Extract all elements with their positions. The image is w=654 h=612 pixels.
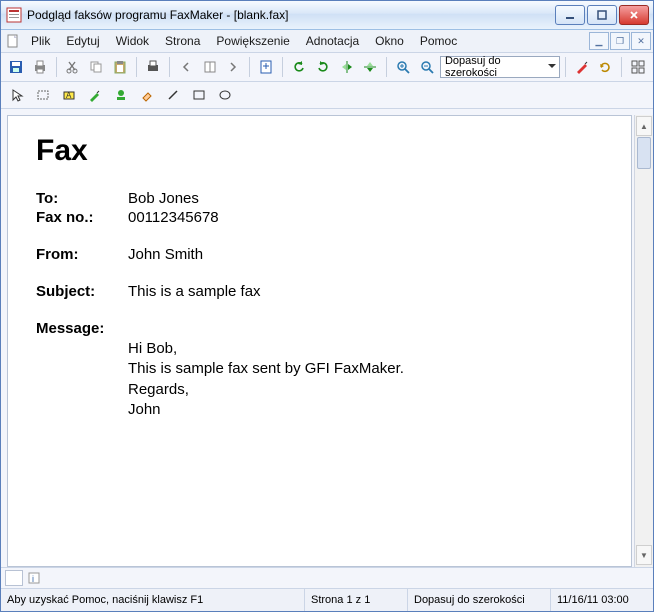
document-viewport: Fax To:Bob Jones Fax no.:00112345678 Fro… bbox=[1, 109, 653, 567]
eraser-tool[interactable] bbox=[135, 83, 159, 107]
fax-content: Fax To:Bob Jones Fax no.:00112345678 Fro… bbox=[8, 116, 631, 430]
print2-button[interactable] bbox=[142, 55, 164, 79]
menu-edit[interactable]: Edytuj bbox=[58, 30, 107, 52]
menu-annotation[interactable]: Adnotacja bbox=[298, 30, 367, 52]
window-controls bbox=[555, 5, 649, 25]
menu-zoom[interactable]: Powiększenie bbox=[208, 30, 297, 52]
separator bbox=[386, 57, 387, 77]
status-page: Strona 1 z 1 bbox=[305, 589, 408, 611]
scroll-down-button[interactable]: ▼ bbox=[636, 545, 652, 565]
thumbnail-toggle[interactable] bbox=[5, 570, 23, 586]
mdi-restore-button[interactable]: ❐ bbox=[610, 32, 630, 50]
rotate-right-button[interactable] bbox=[312, 55, 334, 79]
fax-heading: Fax bbox=[36, 134, 603, 168]
select-tool[interactable] bbox=[31, 83, 55, 107]
paste-button[interactable] bbox=[109, 55, 131, 79]
message-line: Hi Bob, bbox=[128, 339, 603, 359]
rotate-left-button[interactable] bbox=[288, 55, 310, 79]
close-button[interactable] bbox=[619, 5, 649, 25]
to-label: To: bbox=[36, 190, 128, 207]
app-window: Podgląd faksów programu FaxMaker - [blan… bbox=[0, 0, 654, 612]
status-zoom: Dopasuj do szerokości bbox=[408, 589, 551, 611]
zoom-in-button[interactable] bbox=[392, 55, 414, 79]
page-canvas[interactable]: Fax To:Bob Jones Fax no.:00112345678 Fro… bbox=[7, 115, 632, 567]
message-line: This is sample fax sent by GFI FaxMaker. bbox=[128, 359, 603, 379]
pages-button[interactable] bbox=[199, 55, 221, 79]
from-value: John Smith bbox=[128, 246, 203, 263]
title-bar: Podgląd faksów programu FaxMaker - [blan… bbox=[1, 1, 653, 30]
menu-help[interactable]: Pomoc bbox=[412, 30, 465, 52]
message-body: Hi Bob, This is sample fax sent by GFI F… bbox=[128, 339, 603, 420]
separator bbox=[565, 57, 566, 77]
menu-window[interactable]: Okno bbox=[367, 30, 412, 52]
menu-view[interactable]: Widok bbox=[108, 30, 157, 52]
pointer-tool[interactable] bbox=[5, 83, 29, 107]
mdi-close-button[interactable]: ✕ bbox=[631, 32, 651, 50]
document-icon bbox=[5, 33, 21, 49]
window-title: Podgląd faksów programu FaxMaker - [blan… bbox=[27, 8, 555, 22]
cut-button[interactable] bbox=[62, 55, 84, 79]
menu-page[interactable]: Strona bbox=[157, 30, 208, 52]
status-bar: Aby uzyskać Pomoc, naciśnij klawisz F1 S… bbox=[1, 588, 653, 611]
app-icon bbox=[5, 6, 23, 24]
ellipse-tool[interactable] bbox=[213, 83, 237, 107]
info-icon[interactable]: i bbox=[27, 571, 41, 585]
subject-value: This is a sample fax bbox=[128, 283, 261, 300]
flip-h-button[interactable] bbox=[336, 55, 358, 79]
annotation-toolbar: A bbox=[1, 82, 653, 109]
message-line: John bbox=[128, 400, 603, 420]
svg-text:A: A bbox=[66, 91, 72, 100]
separator bbox=[621, 57, 622, 77]
separator bbox=[249, 57, 250, 77]
save-button[interactable] bbox=[5, 55, 27, 79]
scroll-thumb[interactable] bbox=[637, 137, 651, 169]
separator bbox=[56, 57, 57, 77]
grid-button[interactable] bbox=[627, 55, 649, 79]
subject-label: Subject: bbox=[36, 283, 128, 300]
faxno-label: Fax no.: bbox=[36, 209, 128, 226]
status-datetime: 11/16/11 03:00 bbox=[551, 589, 653, 611]
refresh-button[interactable] bbox=[595, 55, 617, 79]
stamp-tool[interactable] bbox=[109, 83, 133, 107]
thumbnail-bar: i bbox=[1, 567, 653, 588]
scroll-up-button[interactable]: ▲ bbox=[636, 116, 652, 136]
status-help: Aby uzyskać Pomoc, naciśnij klawisz F1 bbox=[1, 589, 305, 611]
menu-file[interactable]: Plik bbox=[23, 30, 58, 52]
maximize-button[interactable] bbox=[587, 5, 617, 25]
next-page-button[interactable] bbox=[222, 55, 244, 79]
client-area: Fax To:Bob Jones Fax no.:00112345678 Fro… bbox=[1, 109, 653, 588]
mdi-minimize-button[interactable]: ▁ bbox=[589, 32, 609, 50]
pen-red-button[interactable] bbox=[571, 55, 593, 79]
zoom-select[interactable]: Dopasuj do szerokości bbox=[440, 56, 560, 78]
line-tool[interactable] bbox=[161, 83, 185, 107]
prev-page-button[interactable] bbox=[175, 55, 197, 79]
copy-button[interactable] bbox=[85, 55, 107, 79]
fit-page-button[interactable] bbox=[255, 55, 277, 79]
main-toolbar: Dopasuj do szerokości bbox=[1, 53, 653, 82]
zoom-out-button[interactable] bbox=[416, 55, 438, 79]
pencil-tool[interactable] bbox=[83, 83, 107, 107]
minimize-button[interactable] bbox=[555, 5, 585, 25]
separator bbox=[282, 57, 283, 77]
message-line: Regards, bbox=[128, 380, 603, 400]
rect-tool[interactable] bbox=[187, 83, 211, 107]
message-label: Message: bbox=[36, 320, 128, 337]
separator bbox=[169, 57, 170, 77]
svg-text:i: i bbox=[32, 574, 34, 584]
vertical-scrollbar[interactable]: ▲ ▼ bbox=[634, 115, 653, 567]
separator bbox=[136, 57, 137, 77]
to-value: Bob Jones bbox=[128, 190, 199, 207]
flip-v-button[interactable] bbox=[360, 55, 382, 79]
menu-bar: Plik Edytuj Widok Strona Powiększenie Ad… bbox=[1, 30, 653, 53]
mdi-controls: ▁ ❐ ✕ bbox=[589, 30, 653, 52]
print-button[interactable] bbox=[29, 55, 51, 79]
highlight-tool[interactable]: A bbox=[57, 83, 81, 107]
from-label: From: bbox=[36, 246, 128, 263]
faxno-value: 00112345678 bbox=[128, 209, 219, 226]
